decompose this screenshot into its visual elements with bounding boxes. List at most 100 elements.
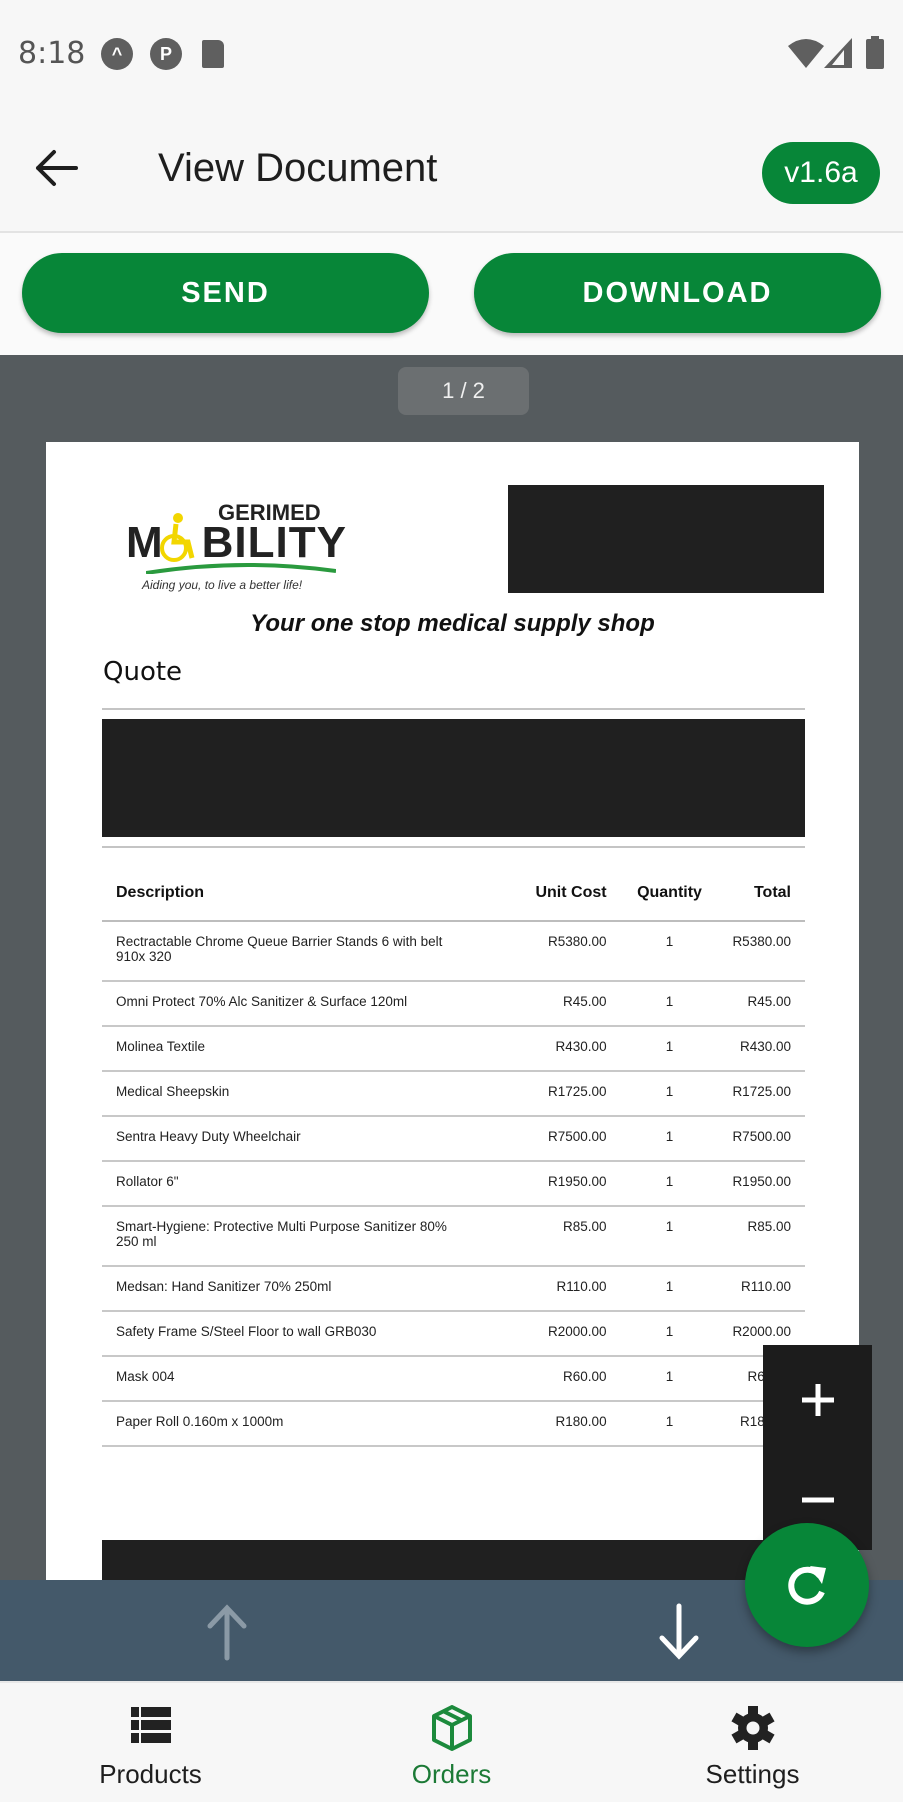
app-bar: View Document v1.6a: [0, 100, 903, 233]
table-row: Medical Sheepskin R1725.00 1 R1725.00: [102, 1071, 805, 1117]
company-logo: GERIMED M BILITY Aiding you, to live a be…: [126, 500, 356, 600]
battery-icon: [866, 36, 884, 69]
page-indicator: 1 / 2: [398, 367, 529, 415]
table-row: Rollator 6" R1950.00 1 R1950.00: [102, 1161, 805, 1207]
cell-description: Smart-Hygiene: Protective Multi Purpose …: [102, 1206, 512, 1267]
refresh-icon: [788, 1566, 826, 1605]
tab-settings-label: Settings: [705, 1759, 800, 1789]
cell-quantity: 1: [620, 1401, 719, 1447]
p-icon: P: [150, 38, 182, 70]
gear-icon: [730, 1706, 775, 1750]
cell-quantity: 1: [620, 981, 719, 1027]
logo-tagline: Aiding you, to live a better life!: [142, 578, 303, 592]
cell-quantity: 1: [620, 1116, 719, 1162]
cell-total: R1950.00: [718, 1161, 805, 1207]
cell-total: R1725.00: [718, 1071, 805, 1117]
cell-quantity: 1: [620, 1071, 719, 1117]
slogan: Your one stop medical supply shop: [250, 610, 655, 637]
package-icon: [431, 1705, 472, 1751]
cell-quantity: 1: [620, 1311, 719, 1357]
logo-brand-main: M BILITY: [126, 518, 347, 567]
cell-description: Molinea Textile: [102, 1026, 512, 1072]
cell-total: R430.00: [718, 1026, 805, 1072]
table-row: Paper Roll 0.160m x 1000mR180.001R180.00: [102, 1401, 805, 1447]
cell-quantity: 1: [620, 1026, 719, 1072]
cell-unit-cost: R430.00: [511, 1026, 621, 1072]
status-bar: 8:18 ^ P: [0, 0, 903, 100]
page-title: View Document: [158, 146, 438, 190]
table-header-row: Description Unit Cost Quantity Total: [102, 865, 805, 922]
back-arrow-icon[interactable]: [34, 148, 80, 188]
quote-table: Description Unit Cost Quantity Total Rec…: [102, 865, 805, 1447]
tab-products[interactable]: Products: [0, 1683, 301, 1802]
minus-icon: [801, 1497, 834, 1503]
table-row: Mask 004R60.001R60.00: [102, 1356, 805, 1402]
document-type: Quote: [103, 657, 183, 687]
cell-description: Safety Frame S/Steel Floor to wall GRB03…: [102, 1311, 512, 1357]
arrow-up-icon[interactable]: [202, 1602, 252, 1662]
refresh-fab[interactable]: [745, 1523, 869, 1647]
send-button[interactable]: SEND: [22, 253, 429, 333]
table-row: Medsan: Hand Sanitizer 70% 250ml R110.00 1…: [102, 1266, 805, 1312]
cell-total: R5380.00: [718, 921, 805, 982]
cell-unit-cost: R1950.00: [511, 1161, 621, 1207]
table-row: Smart-Hygiene: Protective Multi Purpose …: [102, 1206, 805, 1267]
cell-quantity: 1: [620, 1161, 719, 1207]
redacted-customer-details: [102, 719, 805, 837]
action-bar: SEND DOWNLOAD: [0, 233, 903, 355]
logo-swoosh: [146, 563, 336, 574]
cell-unit-cost: R180.00: [511, 1401, 621, 1447]
download-button[interactable]: DOWNLOAD: [474, 253, 881, 333]
list-icon: [130, 1707, 171, 1743]
header-unit-cost: Unit Cost: [511, 865, 621, 922]
cell-unit-cost: R2000.00: [511, 1311, 621, 1357]
status-time: 8:18: [18, 36, 86, 71]
sd-card-icon: [202, 40, 224, 68]
cell-unit-cost: R45.00: [511, 981, 621, 1027]
zoom-in-button[interactable]: [763, 1355, 872, 1445]
cell-description: Rectractable Chrome Queue Barrier Stands…: [102, 921, 512, 982]
redacted-totals: [102, 1540, 805, 1580]
tab-orders-label: Orders: [411, 1759, 492, 1789]
cell-unit-cost: R1725.00: [511, 1071, 621, 1117]
cell-total: R85.00: [718, 1206, 805, 1267]
arrow-down-icon[interactable]: [654, 1602, 704, 1662]
cell-quantity: 1: [620, 921, 719, 982]
signal-icon: [824, 38, 852, 68]
table-row: Molinea Textile R430.00 1 R430.00: [102, 1026, 805, 1072]
redacted-company-details: [508, 485, 824, 593]
cell-unit-cost: R110.00: [511, 1266, 621, 1312]
divider: [102, 708, 805, 710]
cell-quantity: 1: [620, 1356, 719, 1402]
cell-description: Rollator 6": [102, 1161, 512, 1207]
header-quantity: Quantity: [620, 865, 719, 922]
document-page: GERIMED M BILITY Aiding you, to live a be…: [46, 442, 859, 1580]
tab-settings[interactable]: Settings: [602, 1683, 903, 1802]
cell-quantity: 1: [620, 1266, 719, 1312]
header-description: Description: [102, 865, 512, 922]
version-badge: v1.6a: [762, 142, 880, 204]
table-row: Safety Frame S/Steel Floor to wall GRB03…: [102, 1311, 805, 1357]
cell-description: Medical Sheepskin: [102, 1071, 512, 1117]
wifi-icon: [788, 39, 824, 68]
tab-products-label: Products: [99, 1759, 202, 1789]
bottom-navigation: Products Orders Settings: [0, 1681, 903, 1802]
table-row: Rectractable Chrome Queue Barrier Stands…: [102, 921, 805, 982]
header-total: Total: [718, 865, 805, 922]
cell-unit-cost: R5380.00: [511, 921, 621, 982]
cell-description: Sentra Heavy Duty Wheelchair: [102, 1116, 512, 1162]
cell-description: Paper Roll 0.160m x 1000m: [102, 1401, 512, 1447]
table-row: Sentra Heavy Duty Wheelchair R7500.00 1 R75…: [102, 1116, 805, 1162]
cell-total: R45.00: [718, 981, 805, 1027]
cell-description: Medsan: Hand Sanitizer 70% 250ml: [102, 1266, 512, 1312]
divider: [102, 846, 805, 848]
tab-orders[interactable]: Orders: [301, 1683, 602, 1802]
cell-description: Mask 004: [102, 1356, 512, 1402]
cell-description: Omni Protect 70% Alc Sanitizer & Surface…: [102, 981, 512, 1027]
plus-icon: [801, 1384, 834, 1416]
pdf-viewer[interactable]: 1 / 2 GERIMED M BILITY Aiding you, to liv…: [0, 355, 903, 1580]
zoom-controls: [763, 1345, 872, 1550]
cell-unit-cost: R60.00: [511, 1356, 621, 1402]
a-icon: ^: [101, 38, 133, 70]
cell-quantity: 1: [620, 1206, 719, 1267]
